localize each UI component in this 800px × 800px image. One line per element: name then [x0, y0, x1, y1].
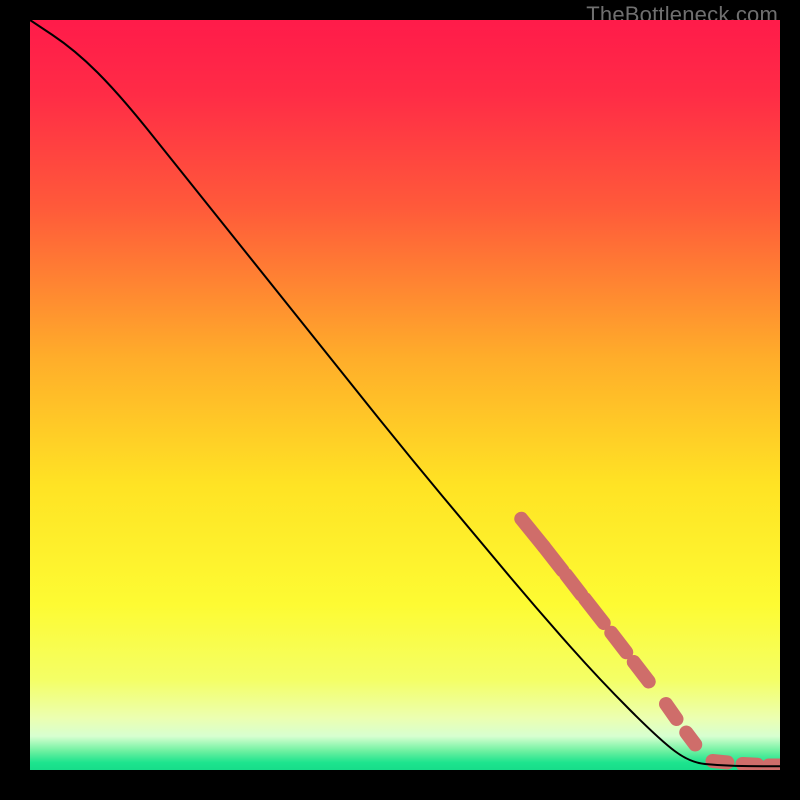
highlight-dash — [713, 761, 728, 763]
chart-stage: TheBottleneck.com — [0, 0, 800, 800]
plot-area — [30, 20, 780, 770]
highlight-dash — [686, 733, 695, 745]
gradient-background — [30, 20, 780, 770]
chart-svg — [30, 20, 780, 770]
highlight-dash — [743, 764, 758, 765]
highlight-dash — [666, 704, 677, 719]
